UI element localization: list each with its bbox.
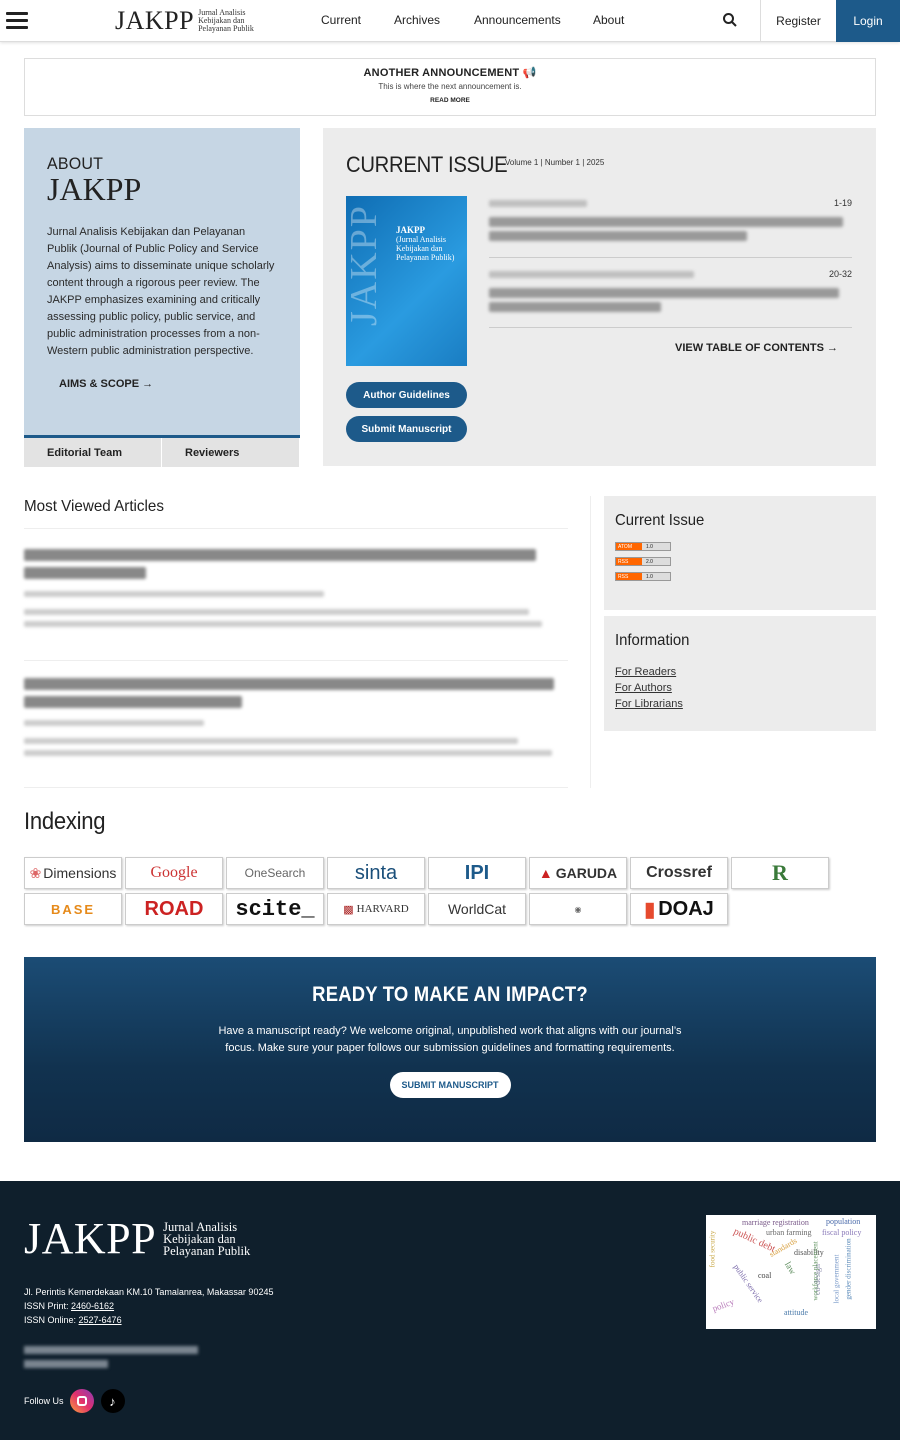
about-journal-name: JAKPP <box>47 171 142 207</box>
ipi-logo[interactable]: IPI <box>428 857 526 889</box>
divider <box>24 660 568 661</box>
cover-title: JAKPP (Jurnal Analisis Kebijakan dan Pel… <box>396 225 455 263</box>
article-title[interactable] <box>489 217 843 227</box>
announcement-description: This is where the next announcement is. <box>378 82 522 91</box>
author-guidelines-button[interactable]: Author Guidelines <box>346 382 467 408</box>
register-link[interactable]: Register <box>760 0 836 42</box>
list-item[interactable] <box>24 549 568 627</box>
nav-about[interactable]: About <box>593 13 624 27</box>
tab-reviewers[interactable]: Reviewers <box>162 438 300 467</box>
doaj-logo[interactable]: ▮ DOAJ <box>630 893 728 925</box>
submit-manuscript-button[interactable]: Submit Manuscript <box>346 416 467 442</box>
harvard-library-logo[interactable]: ▩ HARVARD <box>327 893 425 925</box>
issue-volume: Volume 1 | Number 1 | 2025 <box>505 158 605 167</box>
onesearch-logo[interactable]: OneSearch <box>226 857 324 889</box>
search-icon[interactable] <box>722 12 738 28</box>
about-tabs: Editorial Team Reviewers <box>24 438 300 467</box>
menu-icon[interactable] <box>6 12 28 30</box>
issn-online-link[interactable]: 2527-6476 <box>79 1315 122 1325</box>
crossref-logo[interactable]: Crossref <box>630 857 728 889</box>
about-text: Jurnal Analisis Kebijakan dan Pelayanan … <box>47 226 275 357</box>
article-pages: 20-32 <box>828 269 852 279</box>
aims-scope-link[interactable]: AIMS & SCOPE → <box>59 378 277 390</box>
keyword-word-cloud: marriage registration population urban f… <box>706 1215 876 1329</box>
article-title[interactable] <box>24 549 536 561</box>
rss2-feed-icon[interactable]: RSS 2.0 <box>615 557 671 566</box>
announcement-title: ANOTHER ANNOUNCEMENT <box>363 67 520 79</box>
article-abstract <box>24 738 518 744</box>
nav-archives[interactable]: Archives <box>394 13 440 27</box>
announcement-banner: ANOTHER ANNOUNCEMENT 📢 This is where the… <box>24 58 876 116</box>
sinta-logo[interactable]: sinta <box>327 857 425 889</box>
for-readers-link[interactable]: For Readers <box>615 666 865 678</box>
indexing-logos: ❀ Dimensions Google OneSearch sinta IPI ▲… <box>24 857 834 925</box>
list-item[interactable] <box>24 678 568 756</box>
article-meta <box>24 591 324 597</box>
garuda-logo[interactable]: ▲ GARUDA <box>529 857 627 889</box>
view-toc-link[interactable]: VIEW TABLE OF CONTENTS → <box>675 342 838 354</box>
article-title[interactable] <box>24 678 554 690</box>
nav-announcements[interactable]: Announcements <box>474 13 561 27</box>
university-library-logo[interactable]: ◉ <box>529 893 627 925</box>
article-meta <box>24 720 204 726</box>
scite-logo[interactable]: scite_ <box>226 893 324 925</box>
article-title[interactable] <box>489 288 839 298</box>
issn-print-link[interactable]: 2460-6162 <box>71 1301 114 1311</box>
article-authors <box>489 200 587 207</box>
footer-contact <box>24 1346 198 1354</box>
rss1-feed-icon[interactable]: RSS 1.0 <box>615 572 671 581</box>
divider <box>24 787 568 788</box>
sidebar-information: Information For Readers For Authors For … <box>604 616 876 731</box>
tab-editorial-team[interactable]: Editorial Team <box>24 438 162 467</box>
article-abstract <box>24 609 529 615</box>
read-more-link[interactable]: READ MORE <box>25 97 875 104</box>
footer-address: Jl. Perintis Kemerdekaan KM.10 Tamalanre… <box>24 1287 274 1325</box>
sidebar-information-heading: Information <box>615 632 690 649</box>
cta-banner: READY TO MAKE AN IMPACT? Have a manuscri… <box>24 957 876 1142</box>
issue-article[interactable]: 20-32 <box>489 269 852 328</box>
article-pages: 1-19 <box>833 198 852 208</box>
cta-text: Have a manuscript ready? We welcome orig… <box>218 1025 682 1054</box>
current-issue-heading: CURRENT ISSUE <box>346 152 508 177</box>
for-authors-link[interactable]: For Authors <box>615 682 865 694</box>
dimensions-logo[interactable]: ❀ Dimensions <box>24 857 122 889</box>
footer-logo[interactable]: JAKPP Jurnal Analisis Kebijakan dan Pela… <box>24 1213 250 1264</box>
follow-us: Follow Us ♪ <box>24 1389 125 1413</box>
logo-text: JAKPP <box>115 6 195 35</box>
issue-article[interactable]: 1-19 <box>489 198 852 258</box>
current-issue-panel: CURRENT ISSUE Volume 1 | Number 1 | 2025… <box>323 128 876 466</box>
indexing-heading: Indexing <box>24 808 106 835</box>
logo-subtitle: Jurnal Analisis Kebijakan dan Pelayanan … <box>198 8 254 33</box>
divider <box>590 496 591 788</box>
sidebar-current-issue-heading: Current Issue <box>615 512 705 529</box>
issue-cover-image[interactable]: JAKPP JAKPP (Jurnal Analisis Kebijakan d… <box>343 196 467 366</box>
divider <box>24 528 568 529</box>
most-viewed-heading: Most Viewed Articles <box>24 498 164 515</box>
sidebar-current-issue: Current Issue ATOM 1.0 RSS 2.0 RSS 1.0 <box>604 496 876 610</box>
worldcat-logo[interactable]: WorldCat <box>428 893 526 925</box>
cta-heading: READY TO MAKE AN IMPACT? <box>312 983 588 1006</box>
instagram-icon[interactable] <box>69 1389 94 1413</box>
atom-feed-icon[interactable]: ATOM 1.0 <box>615 542 671 551</box>
article-authors <box>489 271 694 278</box>
about-heading: ABOUT <box>47 155 104 174</box>
login-button[interactable]: Login <box>836 0 900 42</box>
cover-spine-text: JAKPP <box>343 204 385 326</box>
site-footer: JAKPP Jurnal Analisis Kebijakan dan Pela… <box>0 1181 900 1440</box>
about-panel: ABOUT JAKPP Jurnal Analisis Kebijakan da… <box>24 128 300 438</box>
site-logo[interactable]: JAKPP Jurnal Analisis Kebijakan dan Pela… <box>115 6 254 36</box>
nav-current[interactable]: Current <box>321 13 361 27</box>
road-logo[interactable]: ROAD <box>125 893 223 925</box>
cta-submit-button[interactable]: SUBMIT MANUSCRIPT <box>389 1072 511 1098</box>
rri-logo[interactable]: R <box>731 857 829 889</box>
site-header: JAKPP Jurnal Analisis Kebijakan dan Pela… <box>0 0 900 42</box>
google-scholar-logo[interactable]: Google <box>125 857 223 889</box>
base-logo[interactable]: BASE <box>24 893 122 925</box>
megaphone-icon: 📢 <box>522 67 537 79</box>
tiktok-icon[interactable]: ♪ <box>100 1389 125 1413</box>
for-librarians-link[interactable]: For Librarians <box>615 698 865 710</box>
